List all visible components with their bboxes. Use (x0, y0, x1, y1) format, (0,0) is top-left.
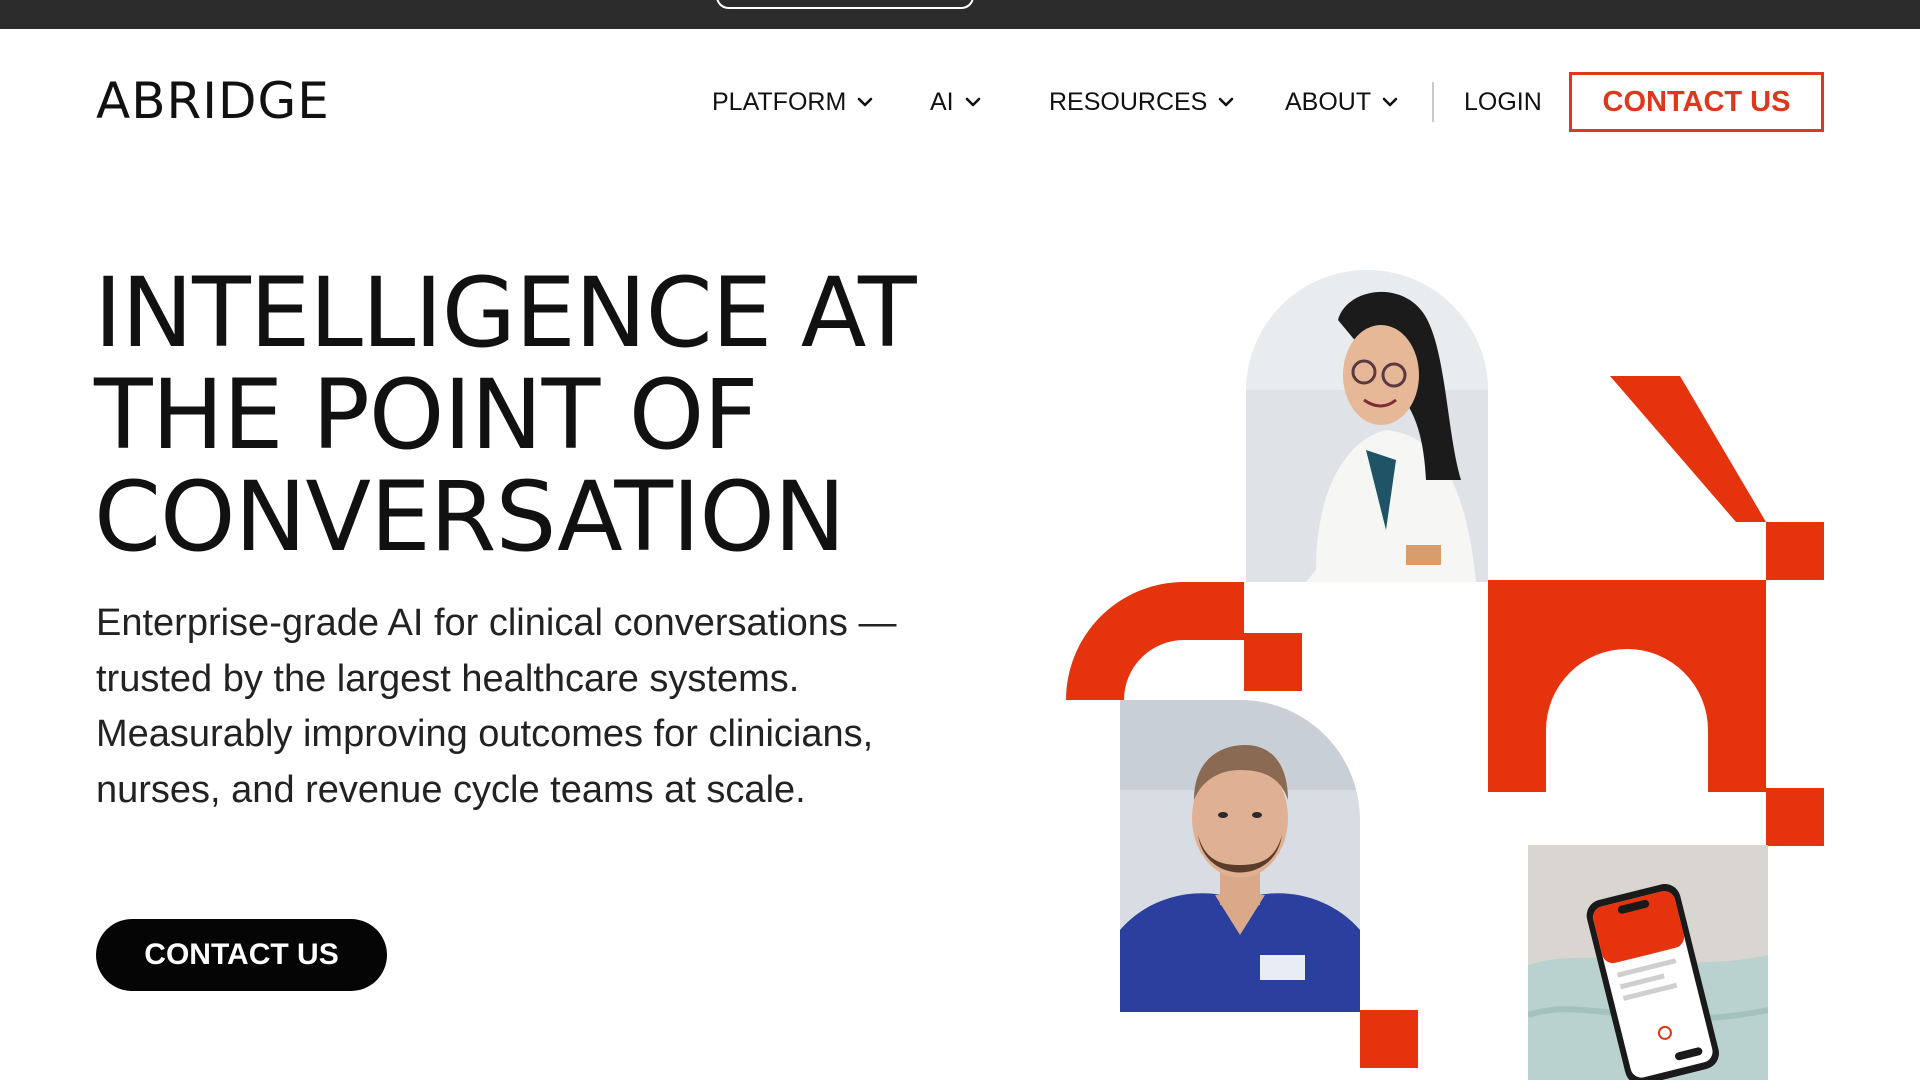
abridge-logo[interactable]: ABRIDGE (96, 72, 330, 130)
nav-item-platform[interactable]: PLATFORM (712, 72, 874, 132)
chevron-down-icon (856, 93, 874, 111)
announcement-pill[interactable] (716, 0, 974, 9)
nav-divider (1432, 82, 1434, 122)
hero-title: INTELLIGENCE AT THE POINT OF CONVERSATIO… (94, 262, 954, 568)
nav-item-resources[interactable]: RESOURCES (1049, 72, 1235, 132)
chevron-down-icon (1381, 93, 1399, 111)
top-announcement-bar (0, 0, 1920, 29)
chevron-down-icon (964, 93, 982, 111)
hero-title-line: THE POINT OF (94, 359, 759, 471)
hero-title-line: INTELLIGENCE AT (94, 257, 917, 369)
login-link[interactable]: LOGIN (1464, 72, 1542, 132)
hero-title-line: CONVERSATION (94, 461, 846, 573)
nav-item-label: AI (930, 87, 954, 116)
chevron-down-icon (1217, 93, 1235, 111)
nav-item-label: ABOUT (1285, 87, 1372, 116)
nurse-photo (1120, 700, 1360, 1012)
contact-us-cta-button[interactable]: CONTACT US (96, 919, 387, 991)
nav-item-label: RESOURCES (1049, 87, 1208, 116)
phone-app-photo (1528, 845, 1768, 1080)
hero-artwork (1060, 260, 1860, 1080)
clinician-photo (1246, 270, 1488, 582)
contact-us-nav-button[interactable]: CONTACT US (1569, 72, 1824, 132)
nav-item-label: PLATFORM (712, 87, 847, 116)
hero-subtitle: Enterprise-grade AI for clinical convers… (96, 602, 897, 811)
nav-item-ai[interactable]: AI (930, 72, 982, 132)
nav-item-about[interactable]: ABOUT (1285, 72, 1399, 132)
